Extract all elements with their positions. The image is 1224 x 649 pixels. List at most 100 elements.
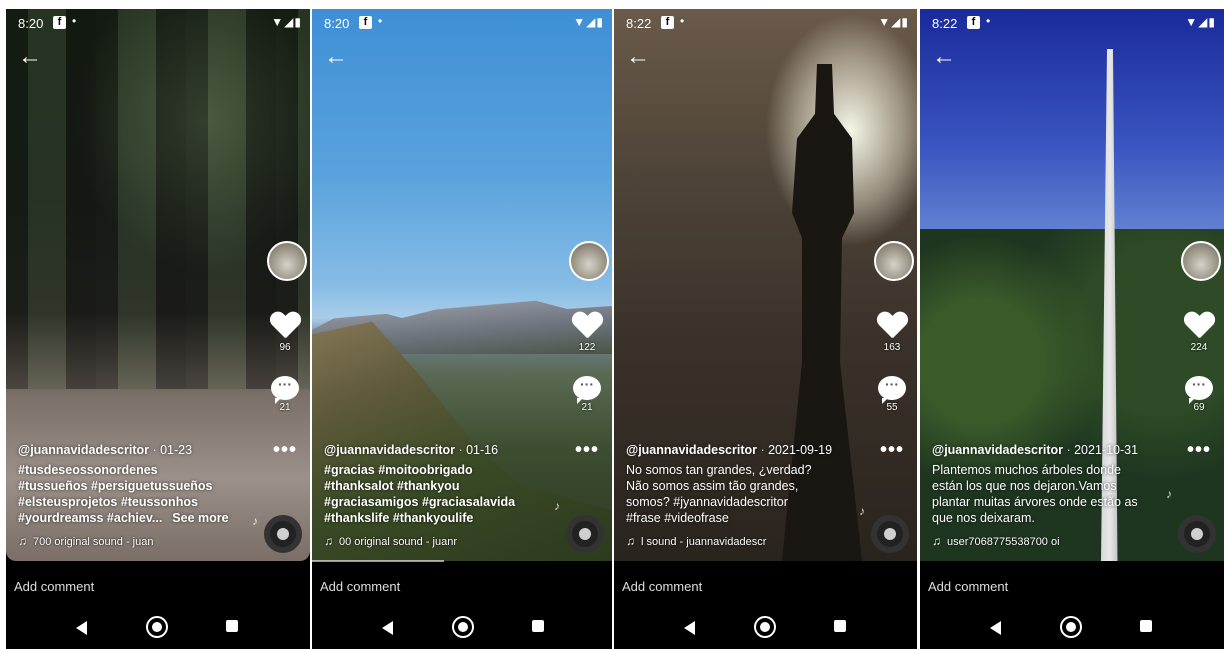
wifi-signal-battery-icon: ▼◢▮	[878, 15, 909, 29]
notification-dot-icon: •	[986, 14, 991, 28]
sound-label: 700 original sound - juan	[33, 536, 154, 548]
video-caption: @juannavidadescritor · 01-23 #tusdeseoss…	[18, 442, 246, 526]
back-arrow-icon[interactable]: ←	[932, 45, 956, 69]
more-options-icon[interactable]: •••	[268, 440, 302, 460]
heart-icon	[877, 312, 907, 340]
nav-home-icon[interactable]	[754, 616, 776, 638]
sound-label: 00 original sound - juanr	[339, 536, 458, 548]
wifi-signal-battery-icon: ▼◢▮	[573, 15, 604, 29]
caption-line: #thanksalot #thankyou	[324, 479, 460, 493]
phone-screen-3: 8:22 f • ▼◢▮ ← 163 ··· 55 ••• @juannavid…	[614, 9, 917, 649]
like-count: 224	[1190, 342, 1208, 353]
nav-back-icon[interactable]	[684, 621, 695, 635]
comment-bubble-icon: ···	[271, 376, 299, 404]
author-avatar[interactable]	[267, 241, 307, 281]
add-comment-input[interactable]: Add comment	[320, 579, 400, 594]
sound-ticker[interactable]: ♫ user7068775538700 oi	[932, 534, 1092, 548]
sound-ticker[interactable]: ♫ l sound - juannavidadescr	[626, 534, 786, 548]
music-note-icon: ♫	[932, 534, 941, 548]
see-more-link[interactable]: See more	[172, 511, 228, 525]
status-bar: 8:22 f • ▼◢▮	[920, 9, 1224, 37]
caption-line: Plantemos muchos árboles donde	[932, 463, 1122, 477]
comment-count: 55	[886, 402, 898, 413]
more-options-icon[interactable]: •••	[875, 440, 909, 460]
author-handle[interactable]: @juannavidadescritor	[18, 443, 149, 457]
comment-count: 21	[279, 402, 291, 413]
add-comment-bar[interactable]: Add comment	[920, 571, 1224, 601]
add-comment-bar[interactable]: Add comment	[312, 571, 612, 601]
add-comment-input[interactable]: Add comment	[14, 579, 94, 594]
caption-line: que nos deixaram.	[932, 511, 1035, 525]
notification-dot-icon: •	[680, 14, 685, 28]
phone-screen-4: 8:22 f • ▼◢▮ ← 224 ··· 69 ••• @juannavid…	[920, 9, 1224, 649]
video-caption: @juannavidadescritor · 2021-10-31 Plante…	[932, 442, 1160, 526]
comment-button[interactable]: ··· 55	[875, 376, 909, 413]
sound-disc-button[interactable]	[871, 515, 909, 553]
status-time: 8:20	[324, 16, 350, 31]
caption-line: #yourdreamss #achiev...	[18, 511, 163, 525]
post-date: · 01-16	[454, 443, 499, 457]
nav-home-icon[interactable]	[452, 616, 474, 638]
author-handle[interactable]: @juannavidadescritor	[932, 443, 1063, 457]
add-comment-bar[interactable]: Add comment	[6, 571, 310, 601]
more-options-icon[interactable]: •••	[570, 440, 604, 460]
add-comment-input[interactable]: Add comment	[622, 579, 702, 594]
comment-bubble-icon: ···	[878, 376, 906, 404]
notification-dot-icon: •	[378, 14, 383, 28]
more-options-icon[interactable]: •••	[1182, 440, 1216, 460]
caption-line: Não somos assim tão grandes,	[626, 479, 799, 493]
caption-line: están los que nos dejaron.Vamos	[932, 479, 1117, 493]
nav-back-icon[interactable]	[990, 621, 1001, 635]
add-comment-input[interactable]: Add comment	[928, 579, 1008, 594]
video-progress-bar[interactable]	[312, 560, 444, 562]
heart-icon	[572, 312, 602, 340]
like-button[interactable]: 96	[268, 312, 302, 353]
nav-recents-icon[interactable]	[834, 620, 846, 632]
like-count: 122	[578, 342, 596, 353]
comment-button[interactable]: ··· 21	[268, 376, 302, 413]
like-button[interactable]: 163	[875, 312, 909, 353]
comment-bubble-icon: ···	[1185, 376, 1213, 404]
music-note-icon: ♫	[18, 534, 27, 548]
nav-back-icon[interactable]	[76, 621, 87, 635]
author-avatar[interactable]	[1181, 241, 1221, 281]
caption-line: No somos tan grandes, ¿verdad?	[626, 463, 812, 477]
author-avatar[interactable]	[569, 241, 609, 281]
android-nav-bar	[614, 609, 917, 649]
sound-disc-button[interactable]	[566, 515, 604, 553]
status-bar: 8:22 f • ▼◢▮	[614, 9, 917, 37]
author-avatar[interactable]	[874, 241, 914, 281]
sound-ticker[interactable]: ♫ 700 original sound - juan	[18, 534, 178, 548]
nav-recents-icon[interactable]	[1140, 620, 1152, 632]
sound-disc-button[interactable]	[264, 515, 302, 553]
like-button[interactable]: 122	[570, 312, 604, 353]
video-caption: @juannavidadescritor · 01-16 #gracias #m…	[324, 442, 552, 526]
caption-line: #elsteusprojetos #teussonhos	[18, 495, 198, 509]
like-count: 163	[883, 342, 901, 353]
nav-back-icon[interactable]	[382, 621, 393, 635]
back-arrow-icon[interactable]: ←	[324, 45, 348, 69]
heart-icon	[270, 312, 300, 340]
back-arrow-icon[interactable]: ←	[18, 45, 42, 69]
sound-disc-button[interactable]	[1178, 515, 1216, 553]
comment-button[interactable]: ··· 21	[570, 376, 604, 413]
status-time: 8:22	[626, 16, 652, 31]
android-nav-bar	[6, 609, 310, 649]
sound-ticker[interactable]: ♫ 00 original sound - juanr	[324, 534, 484, 548]
back-arrow-icon[interactable]: ←	[626, 45, 650, 69]
nav-home-icon[interactable]	[146, 616, 168, 638]
post-date: · 2021-10-31	[1062, 443, 1139, 457]
floating-note-icon: ♪	[554, 499, 560, 513]
nav-home-icon[interactable]	[1060, 616, 1082, 638]
comment-button[interactable]: ··· 69	[1182, 376, 1216, 413]
nav-recents-icon[interactable]	[226, 620, 238, 632]
add-comment-bar[interactable]: Add comment	[614, 571, 917, 601]
caption-line: #tussueños #persiguetussueños	[18, 479, 213, 493]
caption-line: #frase #videofrase	[626, 511, 729, 525]
author-handle[interactable]: @juannavidadescritor	[626, 443, 757, 457]
like-button[interactable]: 224	[1182, 312, 1216, 353]
author-handle[interactable]: @juannavidadescritor	[324, 443, 455, 457]
like-count: 96	[279, 342, 291, 353]
comment-count: 69	[1193, 402, 1205, 413]
nav-recents-icon[interactable]	[532, 620, 544, 632]
